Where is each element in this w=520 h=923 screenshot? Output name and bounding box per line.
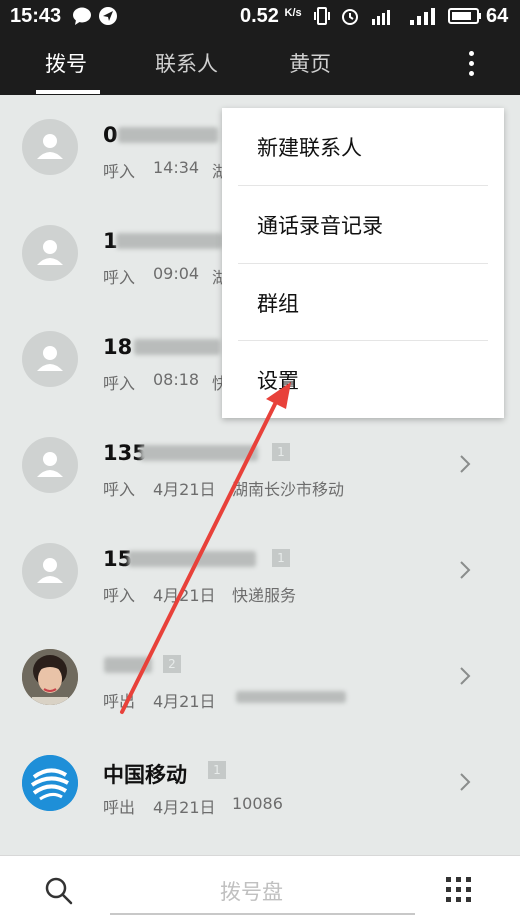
default-contact-icon <box>37 346 63 371</box>
default-contact-icon <box>37 134 63 159</box>
call-count-badge: 1 <box>272 549 290 567</box>
call-log-row[interactable]: 2 呼出 4月21日 <box>0 625 520 731</box>
battery-level: 64 <box>486 5 509 27</box>
caller-name: 0 <box>103 123 118 147</box>
redacted-number <box>128 551 256 567</box>
default-contact-icon <box>37 240 63 265</box>
redacted-number <box>118 127 218 143</box>
call-count-badge: 2 <box>163 655 181 673</box>
call-direction: 呼入 <box>103 586 136 605</box>
call-time: 08:18 <box>153 370 200 389</box>
call-time: 14:34 <box>153 158 200 177</box>
chevron-right-icon[interactable] <box>458 453 472 475</box>
caller-name: 18 <box>103 335 133 359</box>
message-icon <box>73 7 91 25</box>
menu-call-recordings[interactable]: 通话录音记录 <box>222 186 504 264</box>
more-dot-icon <box>469 61 474 66</box>
avatar <box>22 225 78 281</box>
call-location: 快递服务 <box>232 586 297 605</box>
default-contact-icon <box>37 558 63 583</box>
call-log-row[interactable]: 15 1 呼入 4月21日 快递服务 <box>0 519 520 625</box>
china-mobile-icon <box>22 755 78 811</box>
dial-underline <box>110 913 415 915</box>
vibrate-icon <box>314 7 330 25</box>
bottom-bar: 拨号盘 <box>0 855 520 923</box>
active-tab-indicator <box>36 90 100 94</box>
caller-name: 中国移动 <box>103 763 187 787</box>
tab-contacts[interactable]: 联系人 <box>155 48 218 78</box>
tab-yellow-pages[interactable]: 黄页 <box>289 48 331 78</box>
call-time: 09:04 <box>153 264 200 283</box>
default-contact-icon <box>37 452 63 477</box>
tab-dial[interactable]: 拨号 <box>45 48 87 78</box>
menu-new-contact[interactable]: 新建联系人 <box>222 108 504 186</box>
call-direction: 呼入 <box>103 374 136 393</box>
chevron-right-icon[interactable] <box>458 665 472 687</box>
menu-settings[interactable]: 设置 <box>222 341 504 419</box>
redacted-name <box>104 657 152 673</box>
keypad-icon[interactable] <box>446 877 472 903</box>
call-time: 4月21日 <box>153 480 216 499</box>
tab-bar: 拨号 联系人 黄页 <box>0 33 520 95</box>
redacted-number <box>134 339 220 355</box>
menu-item-label: 通话录音记录 <box>257 214 383 238</box>
more-options-button[interactable] <box>462 49 482 79</box>
signal-icon <box>410 8 435 25</box>
call-count-badge: 1 <box>272 443 290 461</box>
status-time: 15:43 <box>10 5 62 27</box>
call-direction: 呼入 <box>103 162 136 181</box>
call-time: 4月21日 <box>153 798 216 817</box>
call-direction: 呼入 <box>103 480 136 499</box>
call-count-badge: 1 <box>208 761 226 779</box>
menu-item-label: 群组 <box>257 292 299 316</box>
chevron-right-icon[interactable] <box>458 771 472 793</box>
call-time: 4月21日 <box>153 692 216 711</box>
send-icon <box>99 7 117 25</box>
call-direction: 呼出 <box>103 798 136 817</box>
menu-groups[interactable]: 群组 <box>222 264 504 342</box>
call-log-row[interactable]: 中国移动 1 呼出 4月21日 10086 <box>0 731 520 837</box>
avatar <box>22 119 78 175</box>
menu-item-label: 新建联系人 <box>257 136 362 160</box>
call-number: 10086 <box>232 794 283 813</box>
redacted-number <box>140 445 258 461</box>
call-location: 湖南长沙市移动 <box>232 480 345 499</box>
call-direction: 呼入 <box>103 268 136 287</box>
call-log-row[interactable]: 135 1 呼入 4月21日 湖南长沙市移动 <box>0 413 520 519</box>
avatar <box>22 331 78 387</box>
overflow-menu: 新建联系人 通话录音记录 群组 设置 <box>222 108 504 418</box>
alarm-icon <box>342 9 358 25</box>
contact-photo-icon <box>22 649 78 705</box>
more-dot-icon <box>469 71 474 76</box>
redacted-number <box>116 233 222 249</box>
china-mobile-logo <box>22 755 78 811</box>
battery-icon <box>448 8 481 24</box>
call-direction: 呼出 <box>103 692 136 711</box>
more-dot-icon <box>469 51 474 56</box>
avatar-photo <box>22 649 78 705</box>
redacted-number <box>236 691 346 703</box>
avatar <box>22 543 78 599</box>
search-icon[interactable] <box>44 876 74 906</box>
chevron-right-icon[interactable] <box>458 559 472 581</box>
avatar <box>22 437 78 493</box>
menu-item-label: 设置 <box>257 369 299 393</box>
status-bar: 15:43 0.52 K/s 64 <box>0 0 520 33</box>
signal-4g-icon <box>372 10 390 25</box>
dialpad-label[interactable]: 拨号盘 <box>220 876 283 906</box>
network-speed: 0.52 K/s <box>240 5 302 27</box>
call-time: 4月21日 <box>153 586 216 605</box>
